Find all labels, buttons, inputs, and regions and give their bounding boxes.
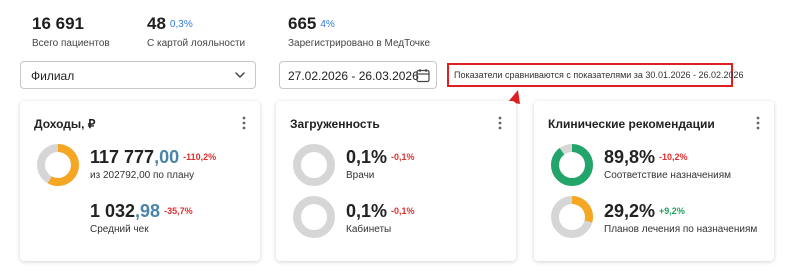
rooms-delta: -0,1% [391,206,415,216]
stat-value: 665 [288,14,317,33]
stat-value: 48 [147,14,166,33]
date-range-picker[interactable]: 27.02.2026 - 26.03.2026 [279,61,437,89]
stat-caption: Зарегистрировано в МедТочке [288,38,431,49]
calendar-icon[interactable] [416,68,430,83]
treatment-value: 29,2% [604,201,656,221]
load-card: Загруженность 0,1% -0,1% Врачи 0,1% -0,1% … [276,101,516,261]
comparison-note: Показатели сравниваются с показателями з… [447,63,744,87]
avg-check-delta: -35,7% [164,206,193,216]
stat-percent: 0,3% [169,19,193,30]
treatment-delta: +9,2% [659,206,685,216]
stat-value: 16 691 [32,14,84,33]
chevron-down-icon [235,72,245,78]
compliance-delta: -10,2% [659,152,688,162]
branch-select-label: Филиал [31,69,75,83]
clinical-card-title: Клинические рекомендации [548,117,715,131]
revenue-delta: -110,2% [183,152,217,162]
treatment-metric: 29,2% +9,2% Планов лечения по назначениям [604,201,757,235]
compliance-metric: 89,8% -10,2% Соответствие назначениям [604,147,731,181]
treatment-caption: Планов лечения по назначениям [604,224,758,235]
avg-check-metric: 1 032,98 -35,7% Средний чек [90,201,193,235]
compliance-value: 89,8% [604,147,656,167]
doctors-caption: Врачи [346,170,375,181]
compliance-caption: Соответствие назначениям [604,170,732,181]
stat-loyalty-card: 48 0,3% С картой лояльности [147,14,245,49]
income-card: Доходы, ₽ 117 777,00 -110,2% из 202792,00… [20,101,260,261]
revenue-value: 117 777,00 [90,147,180,167]
load-card-title: Загруженность [290,117,380,131]
date-range-value: 27.02.2026 - 26.03.2026 [288,69,419,83]
revenue-caption: из 202792,00 по плану [90,170,195,181]
rooms-metric: 0,1% -0,1% Кабинеты [346,201,415,235]
doctors-metric: 0,1% -0,1% Врачи [346,147,415,181]
kebab-menu-icon[interactable] [242,115,246,131]
doctors-delta: -0,1% [391,152,415,162]
stat-caption: Всего пациентов [32,38,110,49]
avg-check-caption: Средний чек [90,224,149,235]
stat-total-patients: 16 691 Всего пациентов [32,14,110,49]
comparison-note-text: Показатели сравниваются с показателями з… [454,70,744,80]
kebab-menu-icon[interactable] [756,115,760,131]
treatment-donut [551,196,593,238]
revenue-donut [37,144,79,186]
stat-percent: 4% [320,19,335,30]
doctors-value: 0,1% [346,147,388,167]
rooms-value: 0,1% [346,201,388,221]
branch-select[interactable]: Филиал [20,61,256,89]
revenue-metric: 117 777,00 -110,2% из 202792,00 по плану [90,147,216,181]
income-card-title: Доходы, ₽ [34,117,96,131]
clinical-card: Клинические рекомендации 89,8% -10,2% Соо… [534,101,774,261]
stat-registered-medtochka: 665 4% Зарегистрировано в МедТочке [288,14,430,49]
kebab-menu-icon[interactable] [498,115,502,131]
compliance-donut [551,144,593,186]
rooms-caption: Кабинеты [346,224,392,235]
rooms-donut [293,196,335,238]
stat-caption: С картой лояльности [147,38,246,49]
doctors-donut [293,144,335,186]
avg-check-value: 1 032,98 [90,201,161,221]
